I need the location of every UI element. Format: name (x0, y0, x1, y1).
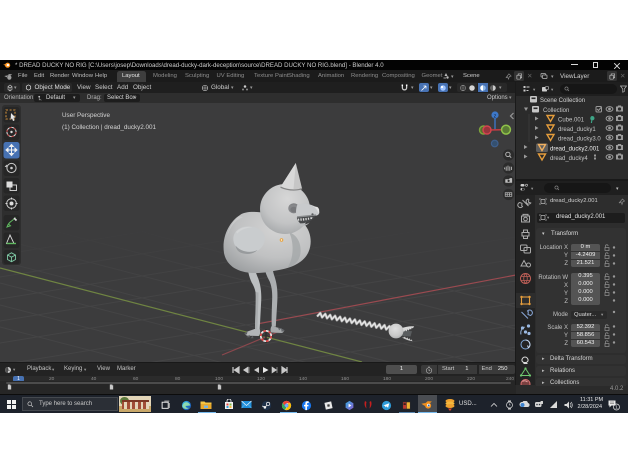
svg-text:Cube.001: Cube.001 (558, 117, 585, 123)
svg-text:dread_ducky1: dread_ducky1 (558, 127, 596, 133)
svg-text:dread_ducky4: dread_ducky4 (550, 156, 588, 162)
svg-text:Scene Collection: Scene Collection (540, 98, 585, 104)
svg-text:1: 1 (615, 404, 618, 409)
svg-text:dread_ducky2.001: dread_ducky2.001 (550, 146, 600, 152)
svg-text:dread_ducky3.0: dread_ducky3.0 (558, 136, 601, 142)
svg-text:Collection: Collection (543, 108, 569, 114)
svg-text:z: z (494, 113, 497, 119)
